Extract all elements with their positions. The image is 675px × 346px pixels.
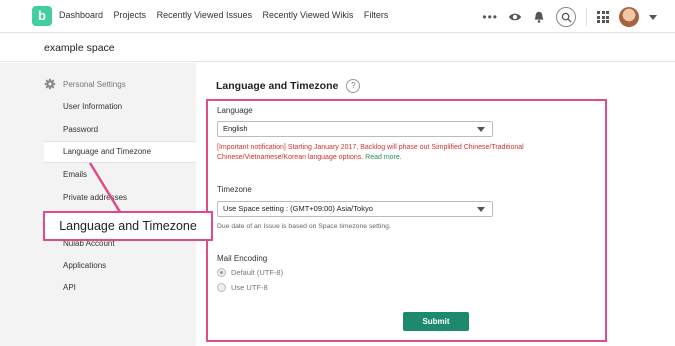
sidebar-item-private-addresses[interactable]: Private addresses (63, 193, 127, 202)
main-nav: Dashboard Projects Recently Viewed Issue… (59, 10, 396, 20)
more-icon[interactable]: ••• (482, 10, 498, 24)
nav-dashboard[interactable]: Dashboard (59, 10, 103, 20)
sidebar-section-title: Personal Settings (44, 78, 126, 90)
highlight-box (206, 99, 607, 342)
watch-eye-icon[interactable] (508, 10, 522, 24)
top-navigation-bar: b Dashboard Projects Recently Viewed Iss… (0, 0, 675, 33)
nav-filters[interactable]: Filters (364, 10, 389, 20)
settings-sidebar: Personal Settings User Information Passw… (0, 63, 196, 346)
callout-label: Language and Timezone (43, 211, 213, 241)
sidebar-item-user-information[interactable]: User Information (63, 102, 122, 111)
sidebar-item-language-and-timezone[interactable]: Language and Timezone (44, 141, 196, 163)
backlog-logo[interactable]: b (32, 6, 52, 26)
sidebar-item-emails[interactable]: Emails (63, 170, 87, 179)
search-button[interactable] (556, 7, 576, 27)
space-name[interactable]: example space (44, 42, 115, 54)
nav-recently-viewed-issues[interactable]: Recently Viewed Issues (157, 10, 252, 20)
space-header: example space (0, 33, 675, 62)
nav-recently-viewed-wikis[interactable]: Recently Viewed Wikis (262, 10, 353, 20)
user-avatar[interactable] (619, 7, 639, 27)
help-icon[interactable]: ? (346, 79, 361, 93)
page-title-text: Language and Timezone (216, 80, 339, 92)
search-icon (561, 12, 572, 23)
page-title: Language and Timezone ? (216, 79, 361, 93)
sidebar-item-applications[interactable]: Applications (63, 261, 106, 270)
bell-icon[interactable] (532, 10, 546, 24)
nav-projects[interactable]: Projects (114, 10, 147, 20)
header-divider (586, 8, 587, 26)
sidebar-item-api[interactable]: API (63, 283, 76, 292)
sidebar-section-label: Personal Settings (63, 79, 126, 89)
sidebar-item-password[interactable]: Password (63, 125, 98, 134)
apps-grid-icon[interactable] (597, 11, 609, 23)
gear-icon (44, 78, 56, 90)
chevron-down-icon[interactable] (649, 14, 657, 20)
header-tools: ••• (482, 6, 657, 28)
